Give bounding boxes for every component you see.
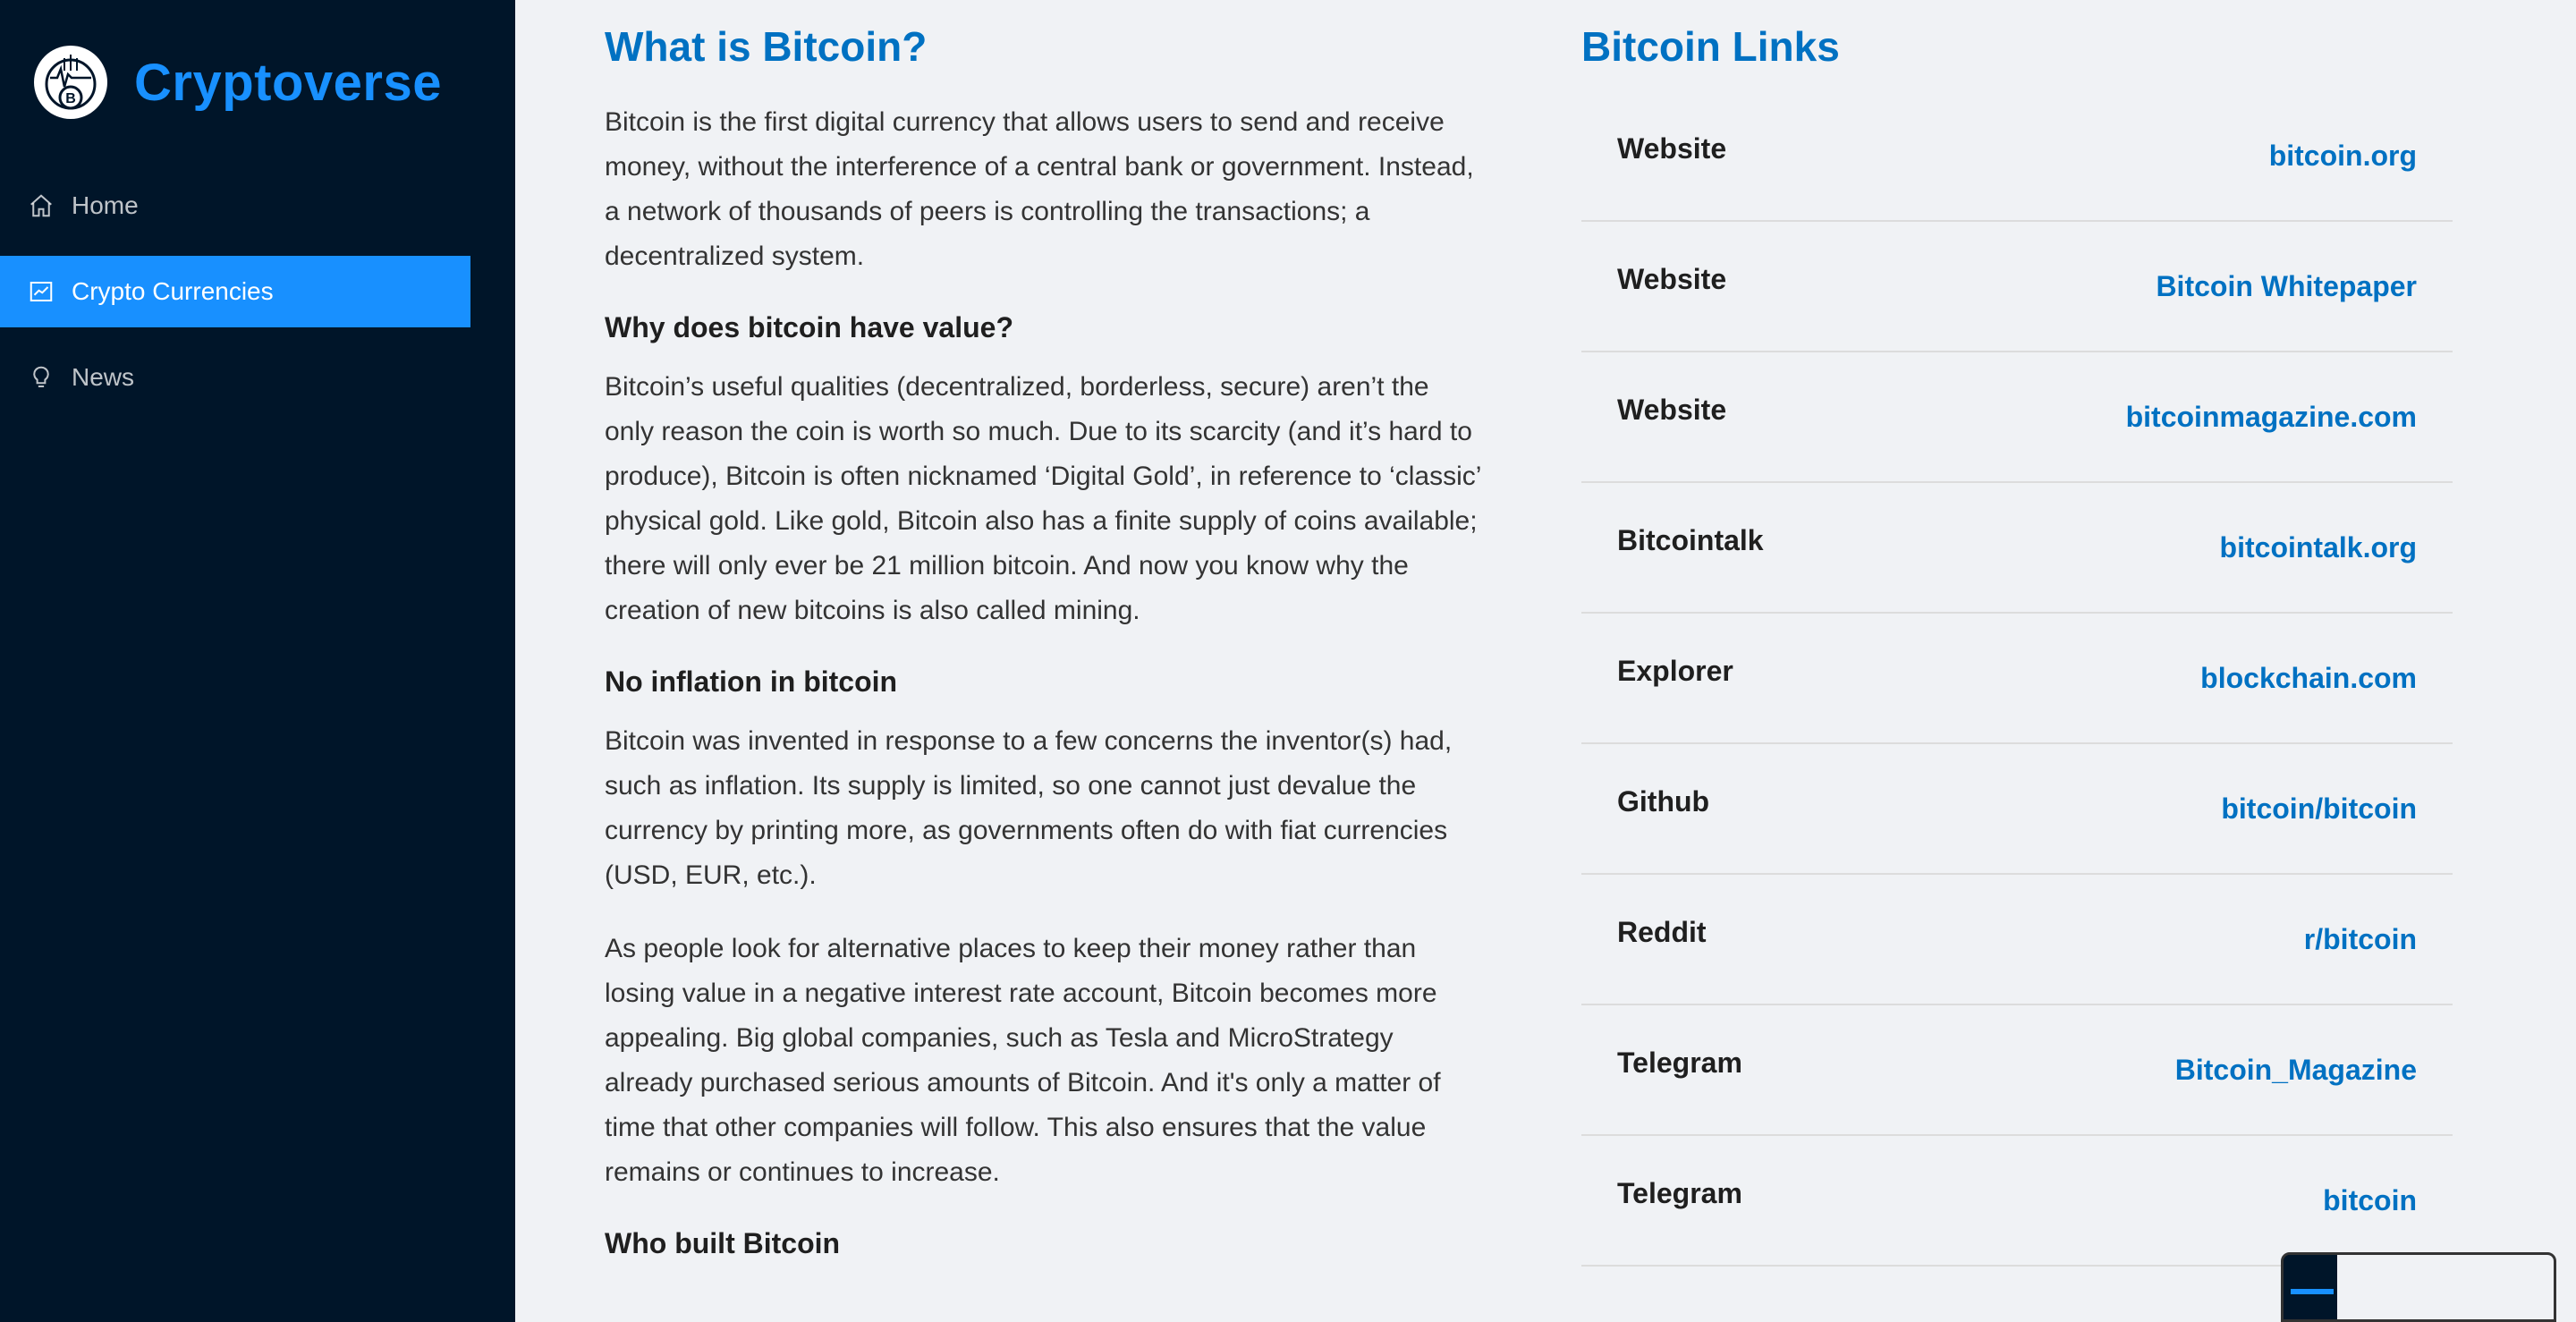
thumbnail-active-item xyxy=(2291,1289,2334,1294)
sidebar-item-label: Crypto Currencies xyxy=(72,277,274,305)
link-label: Github xyxy=(1617,784,1710,818)
sidebar-item-label: Home xyxy=(72,191,139,219)
sidebar-menu: Home Crypto Currencies News xyxy=(0,170,470,428)
value-heading: Why does bitcoin have value? xyxy=(605,311,1013,343)
link-label: Telegram xyxy=(1617,1176,1742,1209)
link-value[interactable]: bitcointalk.org xyxy=(2220,531,2417,564)
builder-heading: Who built Bitcoin xyxy=(605,1227,841,1259)
logo-icon[interactable]: B xyxy=(34,46,107,119)
description-title: What is Bitcoin? xyxy=(605,23,928,70)
link-row: Bitcointalk bitcointalk.org xyxy=(1581,483,2453,614)
link-value[interactable]: r/bitcoin xyxy=(2304,923,2417,956)
links-title: Bitcoin Links xyxy=(1581,23,1840,70)
link-row: Telegram Bitcoin_Magazine xyxy=(1581,1005,2453,1136)
link-row: Website bitcoin.org xyxy=(1581,91,2453,222)
chart-icon xyxy=(27,277,55,306)
sidebar: B Cryptoverse Home Crypto Currencies New… xyxy=(0,0,515,1322)
coin-links: Bitcoin Links Website bitcoin.org Websit… xyxy=(1581,20,2453,1267)
link-row: Telegram bitcoin xyxy=(1581,1136,2453,1267)
link-value[interactable]: Bitcoin Whitepaper xyxy=(2156,270,2417,303)
link-value[interactable]: bitcoin.org xyxy=(2269,140,2417,173)
home-icon xyxy=(27,191,55,220)
thumbnail-main xyxy=(2337,1255,2554,1319)
main-content: What is Bitcoin? Bitcoin is the first di… xyxy=(515,0,2576,1322)
link-row: Github bitcoin/bitcoin xyxy=(1581,744,2453,875)
inflation-text-1: Bitcoin was invented in response to a fe… xyxy=(605,726,1453,890)
link-row: Explorer blockchain.com xyxy=(1581,614,2453,744)
coin-description: What is Bitcoin? Bitcoin is the first di… xyxy=(605,20,1481,1281)
inflation-text-2: As people look for alternative places to… xyxy=(605,934,1441,1187)
link-row: Website Bitcoin Whitepaper xyxy=(1581,222,2453,352)
link-label: Website xyxy=(1617,393,1727,426)
app-title[interactable]: Cryptoverse xyxy=(134,53,442,113)
link-value[interactable]: bitcoin/bitcoin xyxy=(2221,792,2417,826)
link-label: Reddit xyxy=(1617,915,1707,948)
link-value[interactable]: Bitcoin_Magazine xyxy=(2175,1054,2417,1087)
svg-text:B: B xyxy=(65,91,76,106)
logo-row: B Cryptoverse xyxy=(34,39,442,125)
window-thumbnail[interactable] xyxy=(2281,1252,2556,1322)
sidebar-item-label: News xyxy=(72,363,135,391)
link-value[interactable]: bitcoinmagazine.com xyxy=(2126,401,2417,434)
link-label: Website xyxy=(1617,131,1727,165)
value-text: Bitcoin’s useful qualities (decentralize… xyxy=(605,372,1481,625)
sidebar-item-news[interactable]: News xyxy=(0,342,470,413)
link-value[interactable]: bitcoin xyxy=(2323,1184,2417,1217)
sidebar-item-crypto-currencies[interactable]: Crypto Currencies xyxy=(0,256,470,327)
link-label: Telegram xyxy=(1617,1046,1742,1079)
link-label: Bitcointalk xyxy=(1617,523,1764,556)
description-intro: Bitcoin is the first digital currency th… xyxy=(605,107,1474,271)
link-label: Explorer xyxy=(1617,654,1733,687)
link-label: Website xyxy=(1617,262,1727,295)
bulb-icon xyxy=(27,363,55,392)
link-value[interactable]: blockchain.com xyxy=(2200,662,2417,695)
inflation-heading: No inflation in bitcoin xyxy=(605,665,898,698)
link-row: Website bitcoinmagazine.com xyxy=(1581,352,2453,483)
sidebar-item-home[interactable]: Home xyxy=(0,170,470,242)
link-row: Reddit r/bitcoin xyxy=(1581,875,2453,1005)
